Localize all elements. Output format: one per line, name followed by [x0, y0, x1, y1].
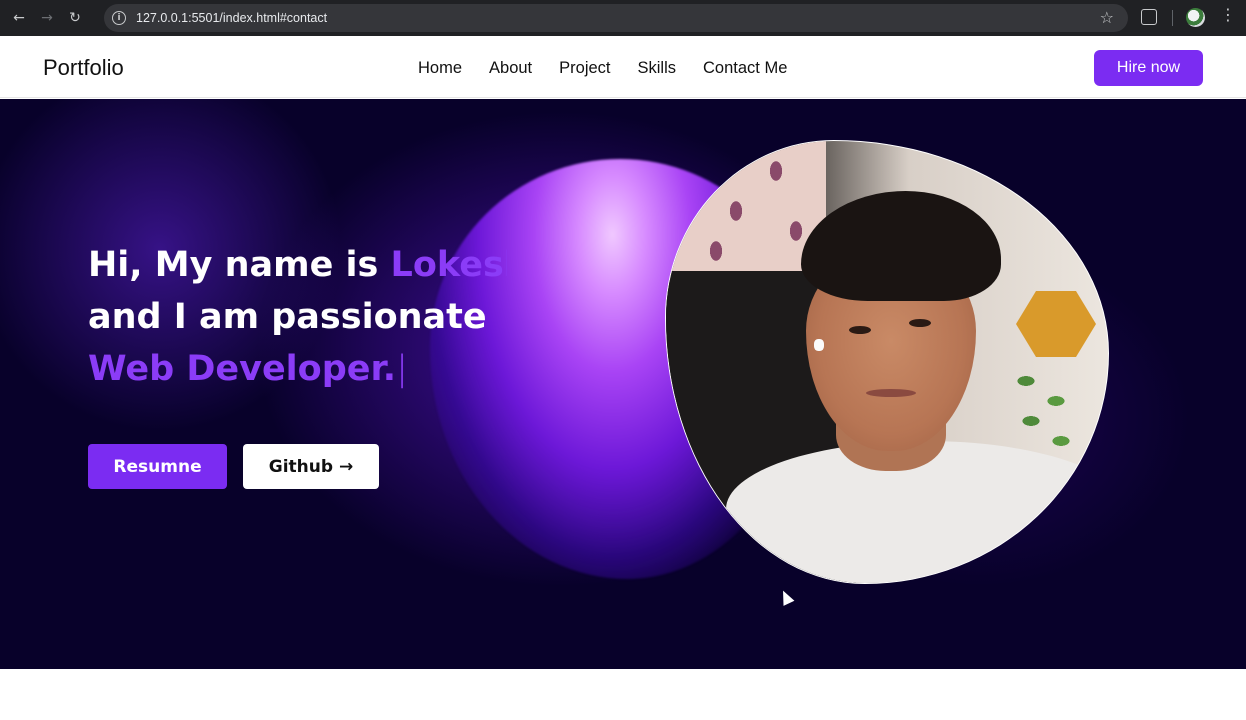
- next-section: [0, 669, 1246, 720]
- photo-hexagon-shelf: [1016, 291, 1096, 357]
- reload-icon[interactable]: ↻: [66, 9, 84, 27]
- headline-line2: and I am passionate: [88, 297, 487, 337]
- nav-link-project[interactable]: Project: [559, 59, 610, 78]
- photo-eye-right: [909, 319, 931, 327]
- nav-link-about[interactable]: About: [489, 59, 532, 78]
- resume-button[interactable]: Resumne: [88, 444, 227, 489]
- github-button-label: Github: [268, 456, 334, 477]
- address-bar[interactable]: i 127.0.0.1:5501/index.html#contact ☆: [104, 4, 1128, 32]
- hero-headline: Hi, My name is Lokesh and I am passionat…: [88, 239, 648, 395]
- site-logo[interactable]: Portfolio: [43, 55, 124, 81]
- photo-eye-left: [849, 326, 871, 334]
- photo-hair: [801, 191, 1001, 301]
- nav-link-skills[interactable]: Skills: [638, 59, 677, 78]
- extensions-icon[interactable]: [1141, 9, 1157, 25]
- github-button[interactable]: Github →: [243, 444, 379, 489]
- headline-role: Web Developer.: [88, 349, 397, 389]
- mouse-cursor-icon: [777, 588, 795, 606]
- bookmark-star-icon[interactable]: ☆: [1100, 8, 1114, 27]
- nav-menu: Home About Project Skills Contact Me: [418, 59, 787, 78]
- toolbar-divider: [1172, 10, 1173, 26]
- photo-earbud: [814, 339, 824, 351]
- nav-link-contact[interactable]: Contact Me: [703, 59, 787, 78]
- site-info-icon[interactable]: i: [112, 11, 126, 25]
- back-icon[interactable]: ←: [10, 9, 28, 27]
- hire-now-button[interactable]: Hire now: [1094, 50, 1203, 86]
- profile-photo: [665, 140, 1109, 584]
- photo-mouth: [866, 389, 916, 397]
- browser-toolbar: ← → ↻ i 127.0.0.1:5501/index.html#contac…: [0, 0, 1246, 36]
- arrow-right-icon: →: [339, 456, 354, 477]
- nav-link-home[interactable]: Home: [418, 59, 462, 78]
- url-text[interactable]: 127.0.0.1:5501/index.html#contact: [136, 11, 327, 25]
- profile-avatar[interactable]: [1186, 8, 1205, 27]
- typing-cursor: |: [396, 349, 408, 389]
- forward-icon[interactable]: →: [38, 9, 56, 27]
- hero-section: Hi, My name is Lokesh and I am passionat…: [0, 99, 1246, 669]
- menu-icon[interactable]: ⋮: [1220, 7, 1236, 23]
- headline-prefix: Hi, My name is: [88, 245, 391, 285]
- site-navbar: Portfolio Home About Project Skills Cont…: [0, 38, 1246, 98]
- headline-name: Lokesh: [390, 245, 507, 285]
